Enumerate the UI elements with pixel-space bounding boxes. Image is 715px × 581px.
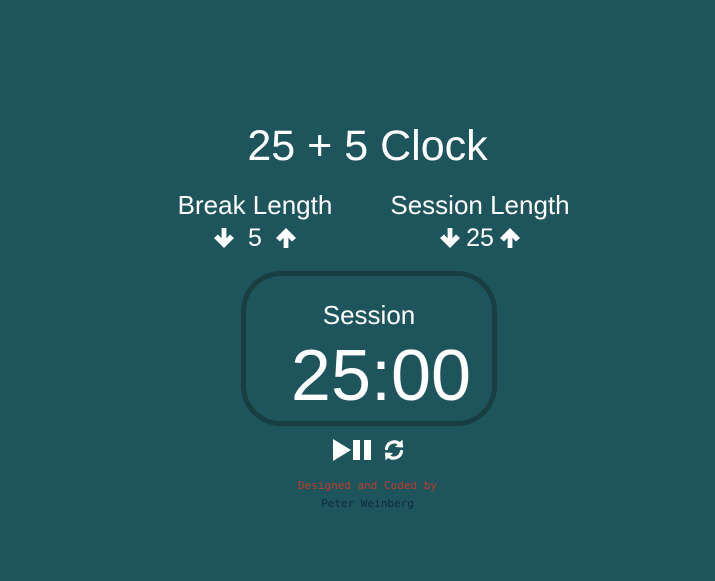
session-length-controls: 25 xyxy=(380,222,580,254)
session-length-panel: Session Length 25 xyxy=(380,190,580,254)
app-title: 25 + 5 Clock xyxy=(247,122,488,170)
start-stop-button[interactable] xyxy=(332,438,374,462)
timer-label: Session xyxy=(322,300,416,330)
arrow-up-icon xyxy=(499,228,520,248)
break-length-label: Break Length xyxy=(177,190,333,220)
session-decrement-button[interactable] xyxy=(438,224,462,252)
session-increment-button[interactable] xyxy=(498,224,522,252)
session-length-label: Session Length xyxy=(390,190,570,220)
timer-display: Session 25:00 xyxy=(241,271,497,426)
refresh-icon xyxy=(384,439,404,461)
timer-controls xyxy=(332,438,406,462)
arrow-down-icon xyxy=(214,228,235,248)
credit-line: Designed and Coded by xyxy=(297,479,438,492)
play-pause-icon xyxy=(333,439,371,461)
arrow-down-icon xyxy=(440,228,461,248)
break-length-value: 5 xyxy=(248,224,262,252)
session-length-value: 25 xyxy=(466,224,494,252)
time-left: 25:00 xyxy=(290,336,472,416)
arrow-up-icon xyxy=(275,228,296,248)
break-increment-button[interactable] xyxy=(274,224,298,252)
author-name: Peter Weinberg xyxy=(321,497,414,510)
reset-button[interactable] xyxy=(382,438,406,462)
break-decrement-button[interactable] xyxy=(212,224,236,252)
break-length-panel: Break Length 5 xyxy=(155,190,355,254)
break-length-controls: 5 xyxy=(155,222,355,254)
